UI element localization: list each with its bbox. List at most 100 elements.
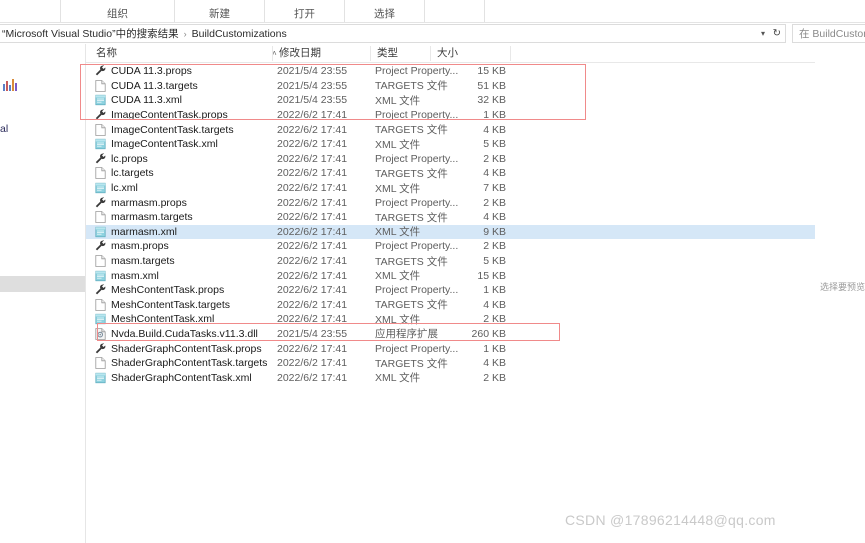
file-name-cell[interactable]: ImageContentTask.targets [95, 124, 234, 136]
xml-file-icon [95, 226, 106, 238]
blank-file-icon [95, 79, 106, 92]
ribbon-group-新建[interactable]: 新建 [175, 0, 265, 23]
table-row[interactable]: MeshContentTask.xml 2022/6/2 17:41 XML 文件 2… [86, 312, 865, 327]
column-header-name[interactable]: 名称 ˄ [90, 46, 277, 61]
table-row[interactable]: masm.xml 2022/6/2 17:41 XML 文件 15 KB [86, 268, 865, 283]
ribbon-group-组织[interactable]: 组织 [60, 0, 175, 23]
refresh-icon[interactable]: ↻ [773, 28, 781, 39]
file-name-label: Nvda.Build.CudaTasks.v11.3.dll [111, 327, 258, 340]
breadcrumb-separator: › [183, 28, 187, 39]
file-name-cell[interactable]: marmasm.xml [95, 226, 177, 238]
file-date-cell: 2022/6/2 17:41 [277, 182, 348, 195]
ribbon-group-empty[interactable] [425, 0, 485, 23]
file-name-cell[interactable]: ShaderGraphContentTask.xml [95, 372, 252, 384]
table-row[interactable]: marmasm.xml 2022/6/2 17:41 XML 文件 9 KB [86, 224, 865, 240]
file-name-cell[interactable]: Nvda.Build.CudaTasks.v11.3.dll [95, 328, 258, 340]
column-header-size[interactable]: 大小 [430, 46, 510, 61]
navigation-pane[interactable]: al [0, 44, 86, 543]
table-row[interactable]: MeshContentTask.targets 2022/6/2 17:41 TAR… [86, 298, 865, 313]
file-date-cell: 2022/6/2 17:41 [277, 342, 348, 355]
blank-file-icon [95, 123, 106, 136]
xml-file-icon [95, 372, 106, 384]
file-list[interactable]: CUDA 11.3.props 2021/5/4 23:55 Project Pro… [86, 64, 865, 394]
search-placeholder: 在 BuildCustom [799, 28, 865, 40]
file-date-cell: 2022/6/2 17:41 [277, 255, 348, 268]
table-row[interactable]: ImageContentTask.targets 2022/6/2 17:41 TA… [86, 122, 865, 137]
column-header-size-label: 大小 [437, 47, 458, 59]
ribbon-group-打开[interactable]: 打开 [265, 0, 345, 23]
file-name-cell[interactable]: marmasm.props [95, 197, 187, 209]
file-type-cell: XML 文件 [375, 226, 421, 239]
file-name-cell[interactable]: CUDA 11.3.xml [95, 94, 182, 106]
column-header-date[interactable]: 修改日期 [272, 46, 370, 61]
address-bar[interactable]: “Microsoft Visual Studio”中的搜索结果 › BuildC… [0, 24, 786, 43]
table-row[interactable]: marmasm.props 2022/6/2 17:41 Project Prope… [86, 195, 865, 210]
blank-file-icon [95, 255, 106, 267]
ribbon-group-选择[interactable]: 选择 [345, 0, 425, 23]
column-header-spacer[interactable] [510, 46, 570, 61]
props-file-icon [95, 65, 106, 77]
file-size-cell: 1 KB [483, 284, 506, 297]
table-row[interactable]: masm.targets 2022/6/2 17:41 TARGETS 文件 5 KB [86, 254, 865, 269]
table-row[interactable]: lc.props 2022/6/2 17:41 Project Property..… [86, 152, 865, 167]
table-row[interactable]: CUDA 11.3.xml 2021/5/4 23:55 XML 文件 32 KB [86, 93, 865, 108]
file-name-label: marmasm.xml [111, 225, 177, 238]
search-input[interactable]: 在 BuildCustom [792, 24, 865, 43]
file-name-cell[interactable]: ImageContentTask.xml [95, 138, 218, 150]
nav-item-truncated-label[interactable]: al [0, 123, 8, 135]
file-name-cell[interactable]: MeshContentTask.targets [95, 299, 230, 311]
file-name-cell[interactable]: CUDA 11.3.props [95, 65, 192, 77]
file-name-label: MeshContentTask.props [111, 284, 225, 297]
table-row[interactable]: CUDA 11.3.props 2021/5/4 23:55 Project Pro… [86, 64, 865, 79]
table-row[interactable]: MeshContentTask.props 2022/6/2 17:41 Proje… [86, 283, 865, 298]
file-name-cell[interactable]: masm.props [95, 240, 169, 252]
preview-pane: 选择要预览的 [815, 44, 865, 543]
file-name-cell[interactable]: MeshContentTask.props [95, 284, 224, 296]
props-file-icon [95, 153, 106, 165]
column-header-type[interactable]: 类型 [370, 46, 430, 61]
file-name-cell[interactable]: MeshContentTask.xml [95, 313, 214, 325]
file-name-cell[interactable]: ShaderGraphContentTask.props [95, 343, 262, 355]
table-row[interactable]: ImageContentTask.props 2022/6/2 17:41 Proj… [86, 108, 865, 123]
column-header-name-label: 名称 [96, 47, 117, 59]
file-size-cell: 5 KB [483, 138, 506, 151]
file-date-cell: 2022/6/2 17:41 [277, 269, 348, 282]
file-name-cell[interactable]: CUDA 11.3.targets [95, 80, 198, 92]
file-name-cell[interactable]: ImageContentTask.props [95, 109, 228, 121]
column-header-date-label: 修改日期 [279, 47, 321, 59]
file-name-cell[interactable]: marmasm.targets [95, 211, 193, 223]
breadcrumb-current[interactable]: BuildCustomizations [192, 28, 287, 40]
file-size-cell: 4 KB [483, 357, 506, 370]
table-row[interactable]: ShaderGraphContentTask.targets 2022/6/2 1… [86, 356, 865, 371]
file-name-label: CUDA 11.3.props [111, 65, 192, 78]
file-name-cell[interactable]: lc.targets [95, 167, 154, 179]
file-name-cell[interactable]: lc.props [95, 153, 148, 165]
file-name-cell[interactable]: masm.xml [95, 270, 159, 282]
file-date-cell: 2021/5/4 23:55 [277, 327, 348, 340]
file-name-cell[interactable]: lc.xml [95, 182, 138, 194]
table-row[interactable]: marmasm.targets 2022/6/2 17:41 TARGETS 文件 4… [86, 210, 865, 225]
chevron-down-icon[interactable]: ▾ [761, 29, 765, 38]
table-row[interactable]: ShaderGraphContentTask.xml 2022/6/2 17:41… [86, 370, 865, 385]
breadcrumb-root[interactable]: “Microsoft Visual Studio”中的搜索结果 [2, 26, 179, 41]
table-row[interactable]: masm.props 2022/6/2 17:41 Project Property… [86, 239, 865, 254]
nav-item-highlight[interactable] [0, 276, 85, 292]
file-size-cell: 2 KB [483, 152, 506, 165]
file-name-label: CUDA 11.3.targets [111, 79, 198, 92]
table-row[interactable]: lc.xml 2022/6/2 17:41 XML 文件 7 KB [86, 181, 865, 196]
table-row[interactable]: ShaderGraphContentTask.props 2022/6/2 17:… [86, 341, 865, 356]
table-row[interactable]: lc.targets 2022/6/2 17:41 TARGETS 文件 4 KB [86, 166, 865, 181]
table-row[interactable]: CUDA 11.3.targets 2021/5/4 23:55 TARGETS 文… [86, 79, 865, 94]
ribbon-group-label: 选择 [374, 8, 395, 20]
file-size-cell: 260 KB [471, 327, 506, 340]
file-name-label: ImageContentTask.props [111, 109, 228, 122]
ribbon-group-label: 打开 [294, 8, 315, 20]
file-name-cell[interactable]: masm.targets [95, 255, 175, 267]
table-row[interactable]: Nvda.Build.CudaTasks.v11.3.dll 2021/5/4 2… [86, 327, 865, 342]
file-name-cell[interactable]: ShaderGraphContentTask.targets [95, 357, 267, 369]
file-type-cell: XML 文件 [375, 270, 421, 283]
table-row[interactable]: ImageContentTask.xml 2022/6/2 17:41 XML 文件… [86, 137, 865, 152]
ribbon-divider [0, 22, 865, 23]
file-size-cell: 7 KB [483, 182, 506, 195]
props-file-icon [95, 196, 106, 209]
